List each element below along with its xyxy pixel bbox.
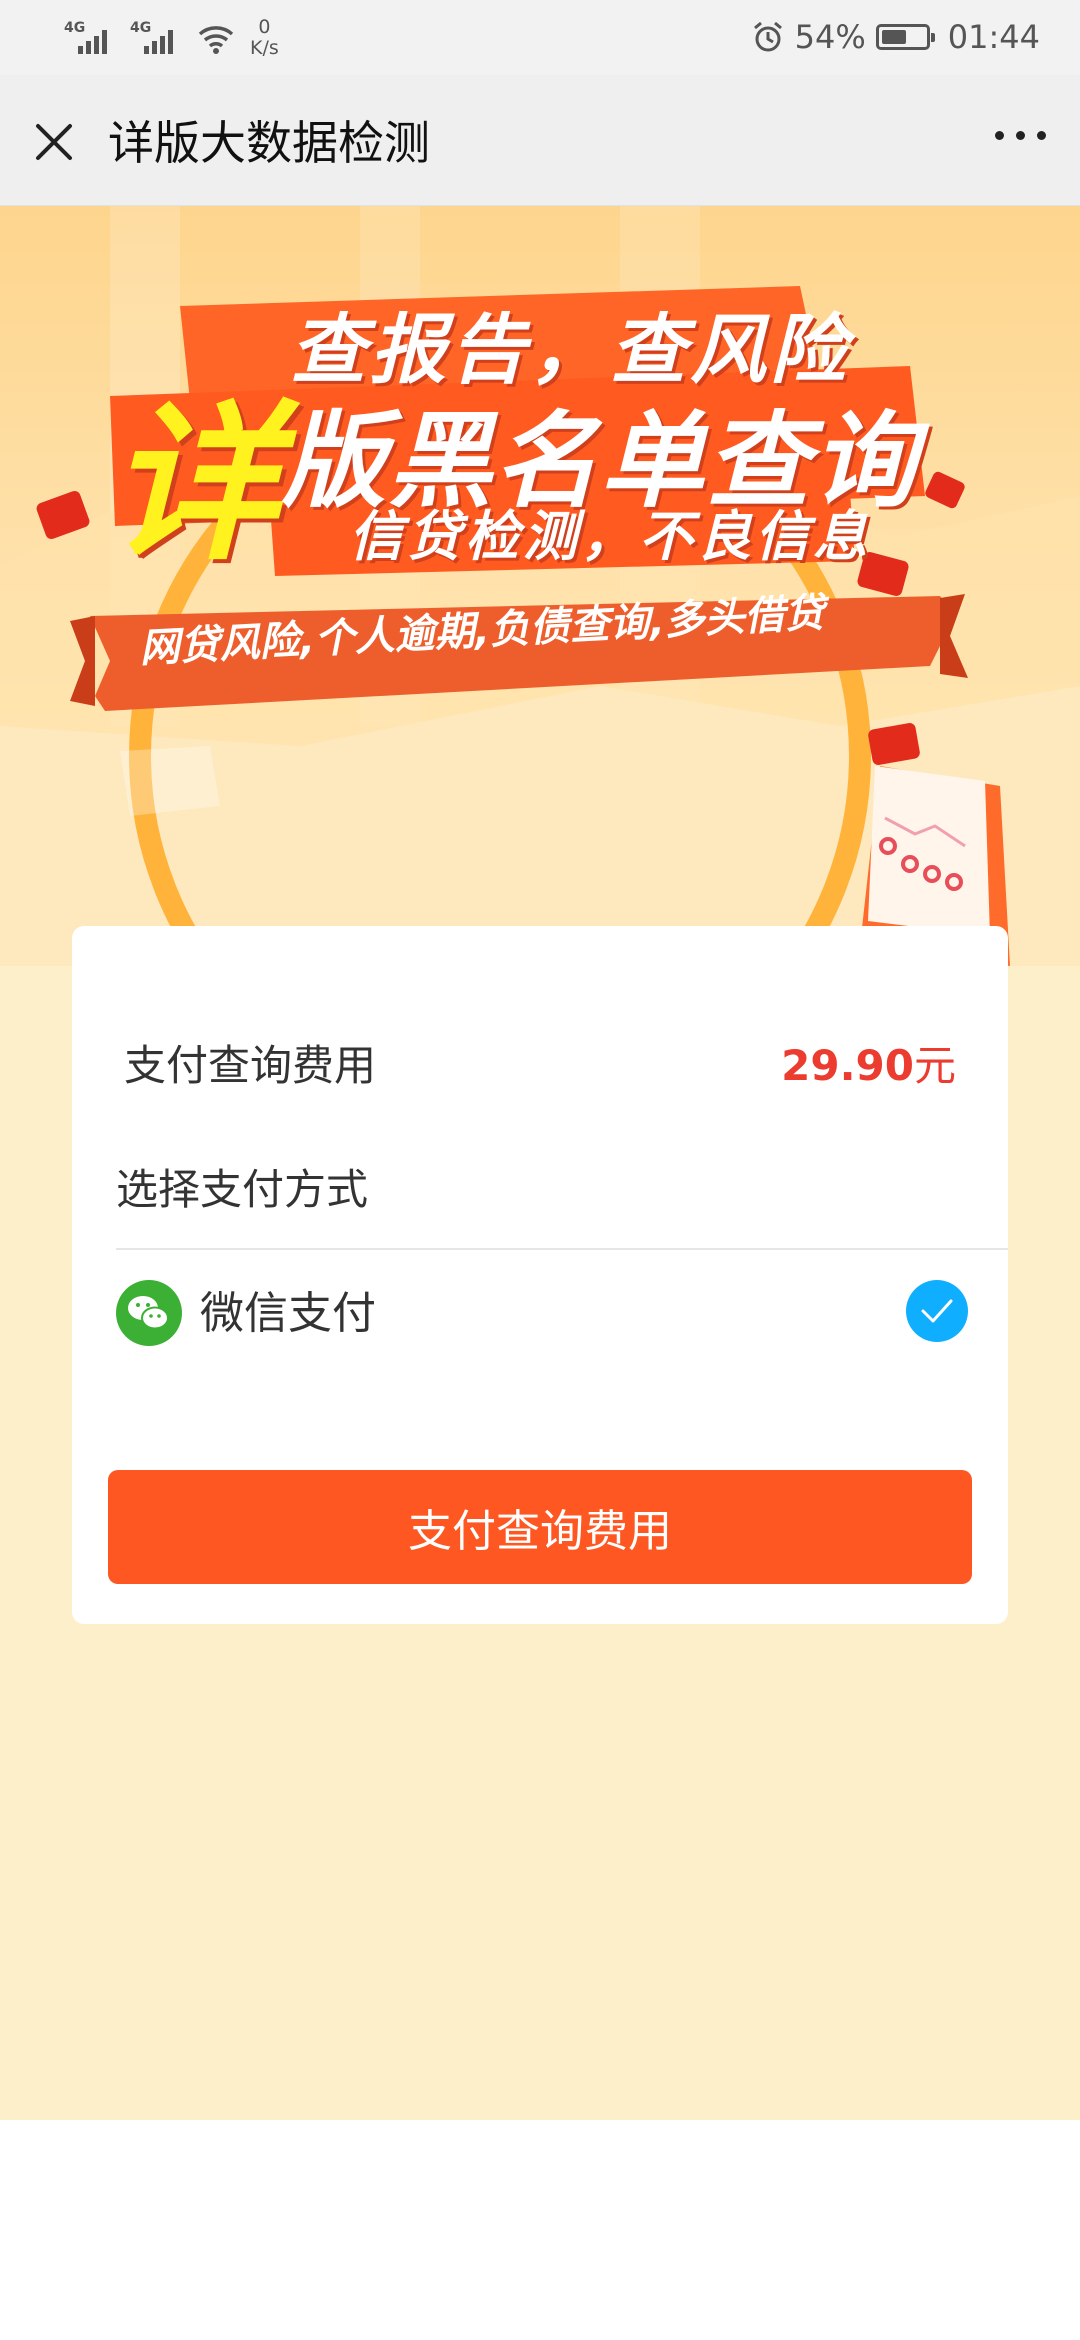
cellular-signal-icon-2: 4G (130, 18, 182, 58)
cellular-signal-icon: 4G (64, 18, 116, 58)
battery-fill (881, 30, 906, 44)
network-speed: 0 K/s (250, 17, 279, 59)
battery-percent: 54% (794, 18, 866, 56)
alarm-icon (753, 21, 782, 52)
clock: 01:44 (947, 18, 1040, 56)
wifi-icon (198, 26, 234, 54)
more-icon[interactable] (995, 131, 1046, 140)
wechat-pay-icon (116, 1280, 182, 1346)
fee-amount: 29.90元 (781, 1036, 956, 1096)
page-content: 查报告，查风险 详 版黑名单查询 信贷检测，不良信息 网贷风险,个人逾期,负债查… (0, 206, 1080, 2120)
battery-icon (875, 24, 935, 50)
nav-bar: 详版大数据检测 (0, 75, 1080, 206)
status-bar: 4G 4G 0 K/s 54% 01:44 (0, 0, 1080, 75)
fee-row: 支付查询费用 29.90元 (124, 1036, 956, 1096)
divider (116, 1248, 1008, 1250)
speed-value: 0 (258, 16, 271, 38)
promo-banner: 查报告，查风险 详 版黑名单查询 信贷检测，不良信息 网贷风险,个人逾期,负债查… (0, 206, 1080, 966)
pay-button[interactable]: 支付查询费用 (108, 1470, 972, 1584)
page-title: 详版大数据检测 (108, 116, 430, 170)
banner-line-3: 信贷检测，不良信息 (349, 505, 871, 568)
payment-option-wechat[interactable]: 微信支付 (116, 1280, 968, 1350)
fee-value: 29.90 (781, 1041, 914, 1090)
speed-unit: K/s (250, 37, 279, 59)
fee-unit: 元 (913, 1041, 956, 1090)
selected-check-icon[interactable] (906, 1280, 968, 1342)
payment-method-label: 选择支付方式 (116, 1165, 369, 1214)
close-icon[interactable] (30, 118, 78, 166)
payment-card: 支付查询费用 29.90元 选择支付方式 微信支付 支付查询费用 (72, 926, 1008, 1624)
fee-label: 支付查询费用 (124, 1041, 377, 1090)
payment-option-label: 微信支付 (200, 1288, 376, 1339)
